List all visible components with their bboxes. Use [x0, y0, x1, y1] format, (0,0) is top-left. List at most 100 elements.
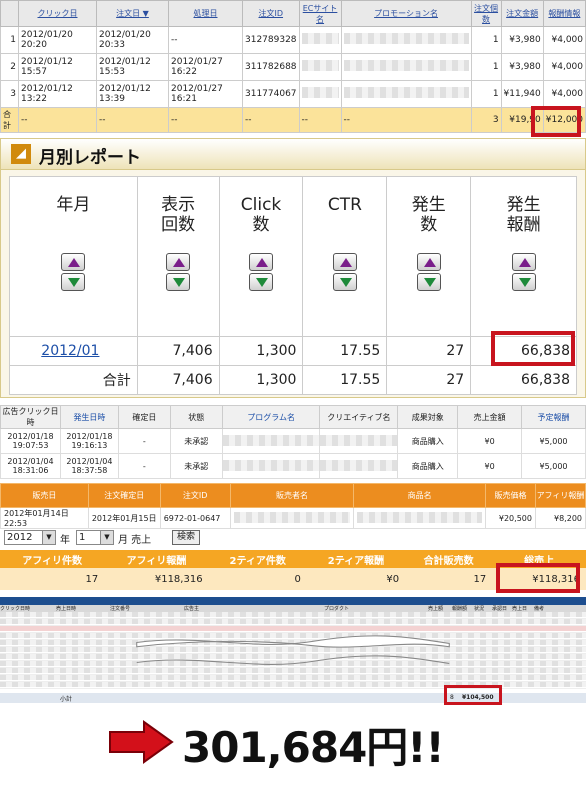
col-header-click-date[interactable]: クリック日	[18, 0, 97, 27]
col-header[interactable]: 予定報酬	[521, 405, 586, 429]
col-header: アフィリ件数	[0, 550, 105, 568]
year-select[interactable]: 2012 ▼	[4, 530, 56, 545]
reward: ¥5,000	[521, 453, 586, 479]
blurred-cell	[319, 453, 399, 479]
order-id: 312789328	[242, 26, 300, 54]
table-row: 2012/01/04 18:31:06 2012/01/04 18:37:58 …	[0, 453, 586, 479]
subtotal-label: 小計	[60, 696, 73, 703]
status: 未承認	[169, 453, 223, 479]
blurred-cell	[221, 428, 321, 454]
month-select[interactable]: 1 ▼	[76, 530, 114, 545]
arrow-right-icon	[109, 720, 174, 764]
sort-up-icon[interactable]	[249, 253, 274, 271]
target: 商品購入	[397, 453, 459, 479]
col-header: アフィリ報酬	[534, 483, 586, 508]
sort-down-icon[interactable]	[332, 273, 357, 291]
blurred-cell	[298, 80, 342, 108]
col-header-order-id[interactable]: 注文ID	[242, 0, 300, 27]
sale-date: 2012年01月14日 22:53	[0, 507, 89, 529]
col-header[interactable]: プログラム名	[221, 405, 321, 429]
col-header: 注文確定日	[87, 483, 161, 508]
sort-buttons	[511, 253, 536, 291]
table-row: 1 2012/01/20 20:20 2012/01/20 20:33 -- 3…	[0, 26, 586, 54]
sort-up-icon[interactable]	[416, 253, 441, 271]
col-header-views: 表示回数	[136, 176, 220, 337]
order-id: 6972-01-0647	[159, 507, 231, 529]
col-header-promotion[interactable]: プロモーション名	[340, 0, 472, 27]
sales-header: 販売日 注文確定日 注文ID 販売者名 商品名 販売価格 アフィリ報酬	[0, 483, 586, 508]
blurred-cell	[221, 453, 321, 479]
fix-date: -	[117, 428, 171, 454]
blurred-cell	[229, 507, 355, 529]
sort-down-icon[interactable]	[249, 273, 274, 291]
table-row: 2012年01月14日 22:53 2012年01月15日 6972-01-06…	[0, 507, 586, 529]
sort-up-icon[interactable]	[511, 253, 536, 271]
table-row: 2012/01/18 19:07:53 2012/01/18 19:16:13 …	[0, 428, 586, 454]
col-header-proc-date[interactable]: 処理日	[168, 0, 243, 27]
col-header-qty[interactable]: 注文個数	[470, 0, 502, 27]
sort-down-icon[interactable]	[511, 273, 536, 291]
blurred-cell	[340, 26, 472, 54]
col-header-count: 発生数	[386, 176, 472, 337]
total-label: 合計	[0, 107, 19, 133]
orders-table: クリック日 注文日 ▼ 処理日 注文ID ECサイト名 プロモーション名 注文個…	[0, 0, 586, 137]
monthly-report-panel: ◢ 月別レポート 年月 表示回数 Click数 CTR 発生数 発生報酬 201…	[0, 138, 586, 398]
blurred-cell	[340, 53, 472, 81]
sort-buttons	[166, 253, 191, 291]
sheet-row	[0, 619, 586, 626]
col-header: 成果対象	[397, 405, 459, 429]
col-header-ec-site[interactable]: ECサイト名	[298, 0, 342, 27]
total-qty: 3	[470, 107, 502, 133]
reward: ¥4,000	[542, 26, 586, 54]
col-header-reward[interactable]: 報酬情報	[542, 0, 586, 27]
sheet-title-bar	[0, 597, 586, 605]
dash: --	[242, 107, 300, 133]
report-icon: ◢	[11, 144, 31, 164]
blurred-cell	[298, 53, 342, 81]
highlight-box	[531, 106, 581, 137]
grand-total: 301,684円!!	[182, 723, 445, 772]
col-header: 販売日	[0, 483, 89, 508]
col-header: 販売価格	[485, 483, 536, 508]
sort-down-icon[interactable]	[416, 273, 441, 291]
row-number: 2	[0, 53, 19, 81]
col-header: アフィリ報酬	[104, 550, 209, 568]
sort-buttons	[249, 253, 274, 291]
total-sales-count: 17	[405, 568, 493, 590]
search-button[interactable]: 検索	[172, 530, 201, 545]
count: 27	[386, 336, 472, 366]
sheet-row	[0, 626, 586, 633]
sort-up-icon[interactable]	[61, 253, 86, 271]
sales: ¥0	[457, 428, 523, 454]
col-header[interactable]: 発生日時	[59, 405, 119, 429]
sort-up-icon[interactable]	[332, 253, 357, 271]
month-link[interactable]: 2012/01	[9, 336, 138, 366]
col-header: 商品名	[353, 483, 486, 508]
ctr: 17.55	[302, 365, 388, 395]
col-header: 2ティア件数	[208, 550, 307, 568]
sort-down-icon[interactable]	[166, 273, 191, 291]
sales-summary: 2012 ▼ 年 1 ▼ 月 売上 検索 アフィリ件数 アフィリ報酬 2ティア件数 …	[0, 529, 586, 595]
tier2-count: 0	[208, 568, 307, 590]
dash: --	[298, 107, 342, 133]
dash: --	[18, 107, 97, 133]
col-header-reward: 発生報酬	[470, 176, 577, 337]
col-header: 確定日	[117, 405, 171, 429]
blurred-cell	[353, 507, 486, 529]
sort-down-icon[interactable]	[61, 273, 86, 291]
col-header-order-date[interactable]: 注文日 ▼	[96, 0, 169, 27]
col-header: 注文ID	[159, 483, 231, 508]
order-date: 2012/01/20 20:33	[96, 26, 169, 54]
col-header-month: 年月	[9, 176, 138, 337]
dash: --	[168, 107, 243, 133]
reward: 66,838	[470, 365, 577, 395]
sort-up-icon[interactable]	[166, 253, 191, 271]
spreadsheet-snippet: クリック日時 売上日時 注文番号 広告主 プロダクト 売上額 報酬額 状況 承認日 売上日 備考 小…	[0, 597, 586, 705]
col-header: クリエイティブ名	[319, 405, 399, 429]
blurred-cell	[340, 80, 472, 108]
sort-buttons	[61, 253, 86, 291]
col-header-amount[interactable]: 注文金額	[500, 0, 544, 27]
table-row: 3 2012/01/12 13:22 2012/01/12 13:39 2012…	[0, 80, 586, 108]
reward: ¥5,000	[521, 428, 586, 454]
col-header: 合計販売数	[405, 550, 493, 568]
